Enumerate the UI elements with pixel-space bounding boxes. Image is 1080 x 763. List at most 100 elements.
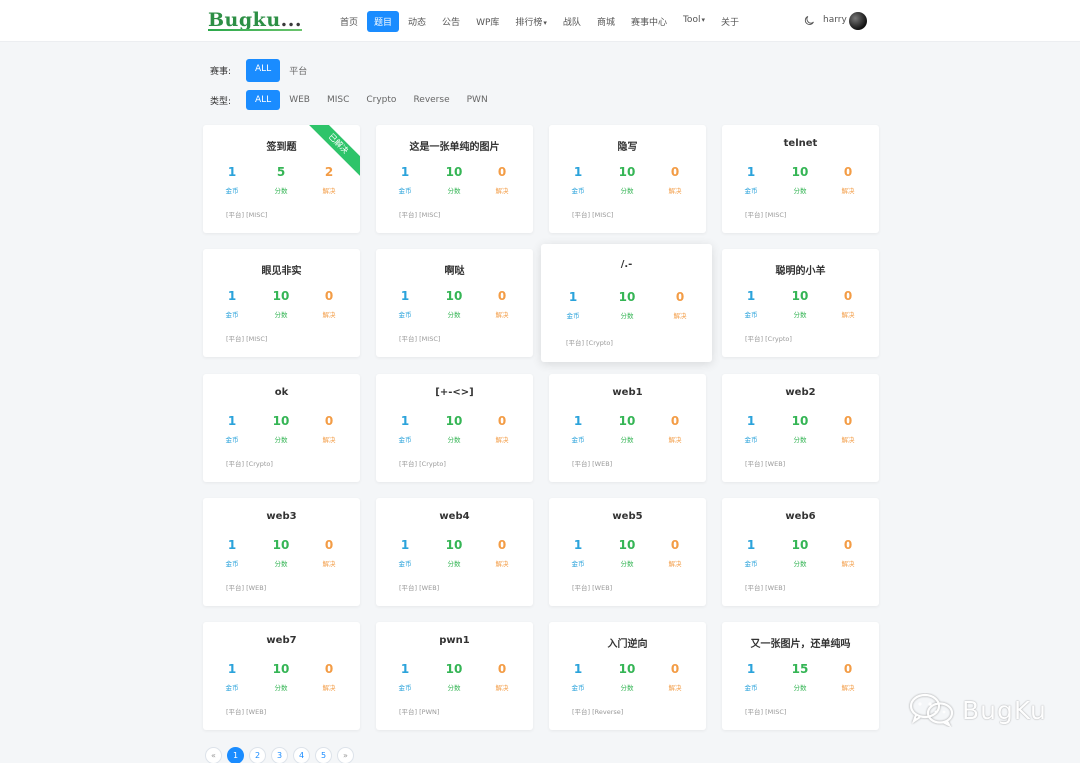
type-chip-3[interactable]: Crypto bbox=[358, 90, 404, 110]
username[interactable]: harry bbox=[823, 15, 847, 25]
solve-label: 解决 bbox=[495, 187, 509, 195]
coin-label: 金币 bbox=[744, 436, 758, 444]
challenge-card[interactable]: web3 1 金币 10 分数 0 解决 [平台] [WEB] bbox=[203, 498, 360, 606]
coins-stat: 1 金币 bbox=[558, 165, 598, 195]
nav-item-6[interactable]: 战队 bbox=[556, 11, 588, 32]
score-value: 15 bbox=[791, 662, 809, 676]
page-3-button[interactable]: 3 bbox=[271, 747, 288, 763]
prev-page-button[interactable]: « bbox=[205, 747, 222, 763]
type-chip-5[interactable]: PWN bbox=[459, 90, 496, 110]
challenge-tags: [平台] [MISC] bbox=[399, 335, 441, 343]
score-stat: 10 分数 bbox=[607, 662, 647, 692]
score-value: 10 bbox=[791, 414, 809, 428]
challenge-card[interactable]: /.- 1 金币 10 分数 0 解决 [平台] [Crypto] bbox=[541, 244, 712, 362]
nav-item-9[interactable]: Tool▾ bbox=[676, 11, 712, 32]
solve-value: 0 bbox=[497, 538, 507, 552]
page-2-button[interactable]: 2 bbox=[249, 747, 266, 763]
wechat-icon bbox=[909, 693, 954, 727]
challenge-title: 这是一张单纯的图片 bbox=[409, 142, 500, 153]
nav-item-3[interactable]: 公告 bbox=[435, 11, 467, 32]
solves-stat: 0 解决 bbox=[309, 289, 349, 319]
challenge-card[interactable]: pwn1 1 金币 10 分数 0 解决 [平台] [PWN] bbox=[376, 622, 533, 730]
nav-item-8[interactable]: 赛事中心 bbox=[624, 11, 674, 32]
coins-stat: 1 金币 bbox=[212, 538, 252, 568]
solve-label: 解决 bbox=[322, 560, 336, 568]
challenge-title: telnet bbox=[783, 138, 818, 149]
solves-stat: 0 解决 bbox=[309, 538, 349, 568]
coin-value: 1 bbox=[227, 165, 237, 179]
nav-item-7[interactable]: 商城 bbox=[590, 11, 622, 32]
score-stat: 10 分数 bbox=[780, 414, 820, 444]
solve-label: 解决 bbox=[668, 436, 682, 444]
challenge-card[interactable]: 签到题 1 金币 5 分数 2 解决 [平台] [MISC] 已解决 bbox=[203, 125, 360, 233]
nav-item-10[interactable]: 关于 bbox=[714, 11, 746, 32]
solve-value: 0 bbox=[670, 165, 680, 179]
nav-item-0[interactable]: 首页 bbox=[333, 11, 365, 32]
score-label: 分数 bbox=[620, 560, 634, 568]
page-1-button[interactable]: 1 bbox=[227, 747, 244, 763]
type-chip-1[interactable]: WEB bbox=[281, 90, 318, 110]
coin-label: 金币 bbox=[225, 560, 239, 568]
coin-value: 1 bbox=[227, 414, 237, 428]
score-stat: 5 分数 bbox=[261, 165, 301, 195]
nav-item-4[interactable]: WP库 bbox=[469, 11, 506, 32]
type-chip-0[interactable]: ALL bbox=[246, 90, 281, 110]
coin-label: 金币 bbox=[571, 187, 585, 195]
challenge-card[interactable]: 聪明的小羊 1 金币 10 分数 0 解决 [平台] [Crypto] bbox=[722, 249, 879, 357]
coin-value: 1 bbox=[746, 289, 756, 303]
coin-label: 金币 bbox=[398, 684, 412, 692]
event-chip-0[interactable]: ALL bbox=[246, 59, 281, 82]
coin-label: 金币 bbox=[398, 187, 412, 195]
page-4-button[interactable]: 4 bbox=[293, 747, 310, 763]
coins-stat: 1 金币 bbox=[731, 662, 771, 692]
type-chip-2[interactable]: MISC bbox=[319, 90, 357, 110]
challenge-card[interactable]: [+-<>] 1 金币 10 分数 0 解决 [平台] [Crypto] bbox=[376, 374, 533, 482]
challenge-tags: [平台] [WEB] bbox=[399, 584, 440, 592]
coin-value: 1 bbox=[746, 662, 756, 676]
next-page-button[interactable]: » bbox=[337, 747, 354, 763]
challenge-card[interactable]: 隐写 1 金币 10 分数 0 解决 [平台] [MISC] bbox=[549, 125, 706, 233]
coin-value: 1 bbox=[400, 165, 410, 179]
challenge-card[interactable]: web1 1 金币 10 分数 0 解决 [平台] [WEB] bbox=[549, 374, 706, 482]
nav-item-label: 排行榜 bbox=[515, 18, 543, 28]
solve-label: 解决 bbox=[322, 684, 336, 692]
challenge-card[interactable]: 这是一张单纯的图片 1 金币 10 分数 0 解决 [平台] [MISC] bbox=[376, 125, 533, 233]
solve-label: 解决 bbox=[322, 436, 336, 444]
nav-item-1[interactable]: 题目 bbox=[367, 11, 400, 32]
bugku-logo[interactable]: Bugku... bbox=[208, 9, 302, 31]
challenge-card[interactable]: ok 1 金币 10 分数 0 解决 [平台] [Crypto] bbox=[203, 374, 360, 482]
page-5-button[interactable]: 5 bbox=[315, 747, 332, 763]
event-chip-1[interactable]: 平台 bbox=[281, 59, 315, 82]
coin-label: 金币 bbox=[571, 684, 585, 692]
challenge-card[interactable]: web6 1 金币 10 分数 0 解决 [平台] [WEB] bbox=[722, 498, 879, 606]
nav-item-label: WP库 bbox=[476, 18, 500, 28]
solve-value: 0 bbox=[497, 165, 507, 179]
coin-label: 金币 bbox=[744, 684, 758, 692]
challenge-tags: [平台] [MISC] bbox=[226, 335, 268, 343]
solve-value: 0 bbox=[843, 414, 853, 428]
challenge-card[interactable]: 入门逆向 1 金币 10 分数 0 解决 [平台] [Reverse] bbox=[549, 622, 706, 730]
challenge-card[interactable]: telnet 1 金币 10 分数 0 解决 [平台] [MISC] bbox=[722, 125, 879, 233]
type-chip-4[interactable]: Reverse bbox=[405, 90, 457, 110]
chevron-down-icon: ▾ bbox=[701, 16, 705, 24]
challenge-card[interactable]: web4 1 金币 10 分数 0 解决 [平台] [WEB] bbox=[376, 498, 533, 606]
solves-stat: 0 解决 bbox=[828, 165, 868, 195]
challenge-card[interactable]: web5 1 金币 10 分数 0 解决 [平台] [WEB] bbox=[549, 498, 706, 606]
dark-mode-moon-icon[interactable] bbox=[804, 15, 815, 26]
score-label: 分数 bbox=[793, 436, 807, 444]
nav-item-5[interactable]: 排行榜▾ bbox=[508, 11, 554, 32]
challenge-card[interactable]: web7 1 金币 10 分数 0 解决 [平台] [WEB] bbox=[203, 622, 360, 730]
challenge-card[interactable]: 眼见非实 1 金币 10 分数 0 解决 [平台] [MISC] bbox=[203, 249, 360, 357]
challenge-card[interactable]: 又一张图片，还单纯吗 1 金币 15 分数 0 解决 [平台] [MISC] bbox=[722, 622, 879, 730]
challenge-card[interactable]: web2 1 金币 10 分数 0 解决 [平台] [WEB] bbox=[722, 374, 879, 482]
watermark-text: BugKu bbox=[962, 695, 1047, 725]
challenge-card[interactable]: 啊哒 1 金币 10 分数 0 解决 [平台] [MISC] bbox=[376, 249, 533, 357]
solve-label: 解决 bbox=[322, 187, 336, 195]
score-value: 10 bbox=[618, 662, 636, 676]
challenge-tags: [平台] [WEB] bbox=[745, 584, 786, 592]
solve-value: 0 bbox=[670, 662, 680, 676]
user-avatar[interactable] bbox=[849, 12, 867, 30]
nav-item-2[interactable]: 动态 bbox=[401, 11, 433, 32]
event-filter-label: 赛事: bbox=[210, 67, 232, 77]
score-label: 分数 bbox=[274, 187, 288, 195]
